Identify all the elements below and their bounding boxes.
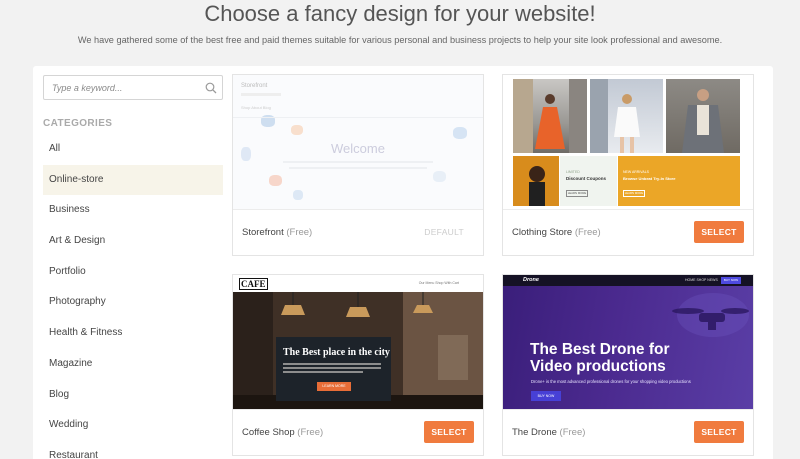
promo-block: LIMITED Discount Coupons LEARN MORE <box>560 156 617 206</box>
theme-price: (Free) <box>559 427 586 438</box>
theme-name: The Drone (Free) <box>512 427 586 438</box>
theme-preview-the-drone[interactable]: Drone HOME SHOP NEWS BUY NOW The Best Dr… <box>503 275 753 409</box>
select-button[interactable]: SELECT <box>694 421 744 443</box>
theme-footer: Storefront (Free) DEFAULT <box>233 209 483 255</box>
theme-card-storefront: Storefront Shop About Blog Welcome Store… <box>232 74 484 256</box>
coffee-text-line <box>283 367 381 369</box>
category-list: All Online-store Business Art & Design P… <box>43 134 223 459</box>
storefront-headline: Welcome <box>331 141 385 156</box>
category-magazine[interactable]: Magazine <box>43 349 223 380</box>
theme-price: (Free) <box>297 427 324 438</box>
theme-name: Clothing Store (Free) <box>512 227 601 238</box>
coffee-learn-more: LEARN MORE <box>317 382 351 391</box>
drone-nav-bar: Drone HOME SHOP NEWS BUY NOW <box>503 275 753 286</box>
theme-name: Coffee Shop (Free) <box>242 427 324 438</box>
cafe-logo: CAFE <box>239 278 268 290</box>
drone-logo: Drone <box>523 277 539 283</box>
theme-footer: Coffee Shop (Free) SELECT <box>233 409 483 455</box>
category-restaurant[interactable]: Restaurant <box>43 441 223 459</box>
promo-block: NEW ARRIVALS Browse Unbeat Try-In Store … <box>618 156 740 206</box>
storefront-text-line <box>283 161 433 163</box>
theme-preview-storefront[interactable]: Storefront Shop About Blog Welcome <box>233 75 483 209</box>
theme-name: Storefront (Free) <box>242 227 313 238</box>
storefront-divider <box>233 117 483 118</box>
fashion-photo <box>513 79 587 153</box>
theme-footer: The Drone (Free) SELECT <box>503 409 753 455</box>
search-box <box>43 75 223 100</box>
fashion-photo <box>590 79 663 153</box>
coffee-text-line <box>283 363 381 365</box>
category-art-design[interactable]: Art & Design <box>43 226 223 257</box>
coffee-nav: Our Menu Shop With Cart <box>418 281 459 285</box>
storefront-nav: Shop About Blog <box>241 105 271 110</box>
storefront-brand: Storefront <box>241 83 268 89</box>
drone-nav: HOME SHOP NEWS <box>685 278 718 282</box>
coffee-headline: The Best place in the city <box>283 347 390 358</box>
category-business[interactable]: Business <box>43 195 223 226</box>
page-subtitle: We have gathered some of the best free a… <box>77 35 723 45</box>
search-icon[interactable] <box>205 81 217 94</box>
drone-headline: The Best Drone for Video productions <box>530 341 670 375</box>
default-label: DEFAULT <box>424 227 464 237</box>
category-online-store[interactable]: Online-store <box>43 164 223 196</box>
category-portfolio[interactable]: Portfolio <box>43 257 223 288</box>
category-health-fitness[interactable]: Health & Fitness <box>43 318 223 349</box>
theme-card-the-drone: Drone HOME SHOP NEWS BUY NOW The Best Dr… <box>502 274 754 456</box>
theme-price: (Free) <box>286 227 313 238</box>
categories-heading: CATEGORIES <box>43 118 113 129</box>
category-all[interactable]: All <box>43 134 223 165</box>
coffee-hero-box: The Best place in the city LEARN MORE <box>276 337 391 401</box>
drone-description: Drone+ is the most advanced professional… <box>531 379 691 384</box>
theme-card-coffee-shop: CAFE Our Menu Shop With Cart The Best pl… <box>232 274 484 456</box>
theme-price: (Free) <box>574 227 601 238</box>
drone-buy-now: BUY NOW <box>531 391 561 401</box>
drone-nav-cta: BUY NOW <box>721 277 741 284</box>
coffee-text-line <box>283 371 363 373</box>
theme-footer: Clothing Store (Free) SELECT <box>503 209 753 255</box>
category-photography[interactable]: Photography <box>43 287 223 318</box>
page-title: Choose a fancy design for your website! <box>204 1 596 26</box>
storefront-text-line <box>289 167 427 169</box>
fashion-photo <box>666 79 740 153</box>
theme-preview-coffee-shop[interactable]: CAFE Our Menu Shop With Cart The Best pl… <box>233 275 483 409</box>
themes-panel: CATEGORIES All Online-store Business Art… <box>33 66 773 459</box>
select-button[interactable]: SELECT <box>694 221 744 243</box>
coffee-nav-bar: CAFE Our Menu Shop With Cart <box>233 275 483 292</box>
category-wedding[interactable]: Wedding <box>43 410 223 441</box>
search-input[interactable] <box>44 76 194 99</box>
select-button[interactable]: SELECT <box>424 421 474 443</box>
theme-preview-clothing-store[interactable]: LIMITED Discount Coupons LEARN MORE NEW … <box>503 75 753 209</box>
category-blog[interactable]: Blog <box>43 380 223 411</box>
theme-card-clothing-store: LIMITED Discount Coupons LEARN MORE NEW … <box>502 74 754 256</box>
fashion-photo <box>513 156 559 206</box>
storefront-tagline-bar <box>241 93 281 96</box>
